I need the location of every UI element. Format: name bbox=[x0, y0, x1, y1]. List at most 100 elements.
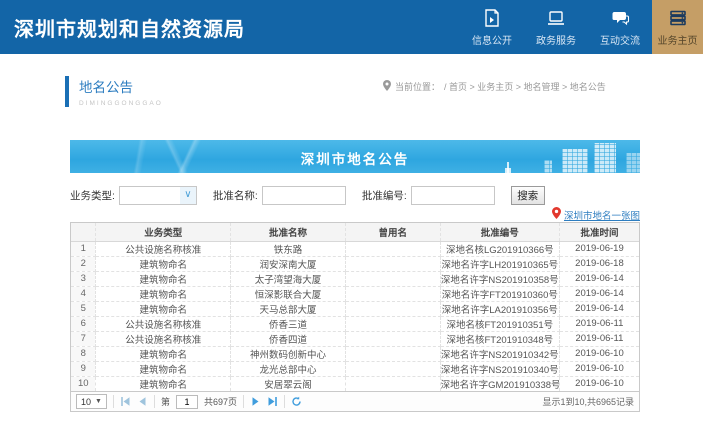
cell-type: 公共设施名称核准 bbox=[96, 241, 231, 256]
cell-former bbox=[345, 361, 440, 376]
breadcrumb: 当前位置： / 首页 > 业务主页 > 地名管理 > 地名公告 bbox=[383, 80, 606, 93]
breadcrumb-path[interactable]: / 首页 > 业务主页 > 地名管理 > 地名公告 bbox=[444, 80, 606, 93]
business-type-label: 业务类型: bbox=[70, 188, 115, 203]
cell-code: 深地名许字NS201910342号 bbox=[440, 346, 559, 361]
table-row[interactable]: 5建筑物命名天马总部大厦深地名许字LA201910356号2019-06-14 bbox=[71, 301, 639, 316]
page-size-value: 10 bbox=[81, 397, 91, 407]
nav-item-info-disclosure[interactable]: 信息公开 bbox=[460, 0, 524, 54]
cell-code: 深地名许字LA201910356号 bbox=[440, 301, 559, 316]
server-menu-icon bbox=[668, 8, 688, 28]
cell-date: 2019-06-19 bbox=[559, 241, 639, 256]
cell-code: 深地名许字NS201910358号 bbox=[440, 271, 559, 286]
page-size-select[interactable]: 10 ▼ bbox=[76, 394, 107, 409]
pagination-bar: 10 ▼ 第 共697页 显 bbox=[70, 392, 640, 412]
cell-date: 2019-06-10 bbox=[559, 376, 639, 391]
table-row[interactable]: 4建筑物命名恒深影联合大厦深地名许字FT201910360号2019-06-14 bbox=[71, 286, 639, 301]
cell-name: 侨香三道 bbox=[231, 316, 346, 331]
row-index: 1 bbox=[71, 241, 96, 256]
table-row[interactable]: 10建筑物命名安居翠云阁深地名许字GM201910338号2019-06-10 bbox=[71, 376, 639, 391]
page-prefix-label: 第 bbox=[161, 395, 170, 408]
cell-former bbox=[345, 271, 440, 286]
cell-former bbox=[345, 316, 440, 331]
cell-former bbox=[345, 331, 440, 346]
cell-type: 建筑物命名 bbox=[96, 286, 231, 301]
laptop-icon bbox=[546, 8, 566, 28]
breadcrumb-prefix: 当前位置： bbox=[395, 80, 440, 93]
page-title: 地名公告 bbox=[79, 76, 163, 96]
table-row[interactable]: 7公共设施名称核准侨香四道深地名核FT201910348号2019-06-11 bbox=[71, 331, 639, 346]
refresh-icon[interactable] bbox=[291, 396, 302, 407]
chat-icon bbox=[610, 8, 630, 28]
row-index: 8 bbox=[71, 346, 96, 361]
col-approved-name: 批准名称 bbox=[231, 223, 346, 241]
announcement-table: 业务类型 批准名称 曾用名 批准编号 批准时间 1公共设施名称核准铁东路深地名核… bbox=[70, 222, 640, 392]
table-row[interactable]: 8建筑物命名神州数码创新中心深地名许字NS201910342号2019-06-1… bbox=[71, 346, 639, 361]
last-page-icon[interactable] bbox=[267, 396, 278, 407]
cell-former bbox=[345, 286, 440, 301]
cell-name: 恒深影联合大厦 bbox=[231, 286, 346, 301]
filter-bar: 业务类型: ∨ 批准名称: 批准编号: 搜索 bbox=[70, 186, 640, 205]
row-index: 6 bbox=[71, 316, 96, 331]
row-index: 3 bbox=[71, 271, 96, 286]
nav-item-business-home[interactable]: 业务主页 bbox=[652, 0, 703, 54]
section-title-block: 地名公告 DIMINGGONGGAO bbox=[65, 76, 163, 107]
chevron-down-icon: ▼ bbox=[95, 398, 102, 405]
location-pin-icon bbox=[383, 80, 391, 93]
next-page-icon[interactable] bbox=[250, 396, 261, 407]
table-row[interactable]: 2建筑物命名润安深南大厦深地名许字LH201910365号2019-06-18 bbox=[71, 256, 639, 271]
cell-type: 建筑物命名 bbox=[96, 346, 231, 361]
cell-former bbox=[345, 376, 440, 391]
cell-type: 公共设施名称核准 bbox=[96, 331, 231, 346]
cell-date: 2019-06-11 bbox=[559, 316, 639, 331]
approval-code-input[interactable] bbox=[411, 186, 495, 205]
cell-former bbox=[345, 301, 440, 316]
map-link-row: 深圳市地名一张图 bbox=[70, 208, 640, 221]
cell-name: 润安深南大厦 bbox=[231, 256, 346, 271]
first-page-icon[interactable] bbox=[120, 396, 131, 407]
cell-code: 深地名核FT201910351号 bbox=[440, 316, 559, 331]
divider bbox=[154, 395, 155, 408]
cell-date: 2019-06-10 bbox=[559, 346, 639, 361]
prev-page-icon[interactable] bbox=[137, 396, 148, 407]
cell-former bbox=[345, 346, 440, 361]
cell-name: 龙光总部中心 bbox=[231, 361, 346, 376]
document-icon bbox=[482, 8, 502, 28]
site-title: 深圳市规划和自然资源局 bbox=[0, 13, 245, 42]
approved-name-input[interactable] bbox=[262, 186, 346, 205]
cell-code: 深地名核LG201910366号 bbox=[440, 241, 559, 256]
cell-former bbox=[345, 241, 440, 256]
city-map-link[interactable]: 深圳市地名一张图 bbox=[564, 208, 640, 222]
cell-former bbox=[345, 256, 440, 271]
table-row[interactable]: 1公共设施名称核准铁东路深地名核LG201910366号2019-06-19 bbox=[71, 241, 639, 256]
cell-code: 深地名许字FT201910360号 bbox=[440, 286, 559, 301]
nav-item-gov-services[interactable]: 政务服务 bbox=[524, 0, 588, 54]
cell-type: 公共设施名称核准 bbox=[96, 316, 231, 331]
cell-code: 深地名许字NS201910340号 bbox=[440, 361, 559, 376]
banner-title: 深圳市地名公告 bbox=[70, 148, 640, 168]
row-index: 9 bbox=[71, 361, 96, 376]
cell-date: 2019-06-14 bbox=[559, 301, 639, 316]
divider bbox=[113, 395, 114, 408]
cell-code: 深地名核FT201910348号 bbox=[440, 331, 559, 346]
search-button[interactable]: 搜索 bbox=[511, 186, 545, 205]
top-nav: 信息公开 政务服务 互动交流 业务主页 bbox=[460, 0, 703, 54]
table-row[interactable]: 9建筑物命名龙光总部中心深地名许字NS201910340号2019-06-10 bbox=[71, 361, 639, 376]
announcement-panel: 深圳市地名公告 业务类型: ∨ 批准名称: 批准编号: 搜索 深圳市地名一张图 … bbox=[70, 140, 640, 412]
cell-date: 2019-06-14 bbox=[559, 271, 639, 286]
page-title-pinyin: DIMINGGONGGAO bbox=[79, 100, 163, 107]
nav-item-interaction[interactable]: 互动交流 bbox=[588, 0, 652, 54]
cell-code: 深地名许字GM201910338号 bbox=[440, 376, 559, 391]
col-index bbox=[71, 223, 96, 241]
table-row[interactable]: 6公共设施名称核准侨香三道 深地名核FT201910351号2019-06-11 bbox=[71, 316, 639, 331]
col-approval-date: 批准时间 bbox=[559, 223, 639, 241]
table-row[interactable]: 3建筑物命名太子湾望海大厦深地名许字NS201910358号2019-06-14 bbox=[71, 271, 639, 286]
cell-type: 建筑物命名 bbox=[96, 361, 231, 376]
records-summary: 显示1到10,共6965记录 bbox=[542, 395, 634, 408]
nav-label: 政务服务 bbox=[536, 32, 576, 47]
page-number-input[interactable] bbox=[176, 395, 198, 409]
business-type-select[interactable]: ∨ bbox=[119, 186, 197, 205]
nav-label: 业务主页 bbox=[658, 32, 698, 47]
cell-name: 天马总部大厦 bbox=[231, 301, 346, 316]
page-total-label: 共697页 bbox=[204, 395, 237, 408]
approval-code-label: 批准编号: bbox=[362, 188, 407, 203]
